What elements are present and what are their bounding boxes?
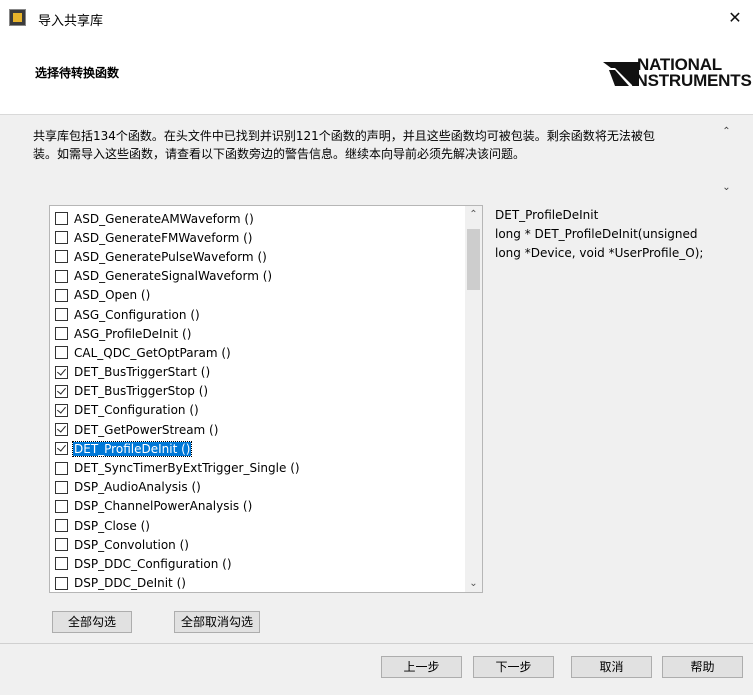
description-box: 共享库包括134个函数。在头文件中已找到并识别121个函数的声明，并且这些函数均… bbox=[33, 124, 735, 202]
function-label: DET_GetPowerStream () bbox=[74, 422, 219, 437]
step-title: 选择待转换函数 bbox=[35, 66, 120, 80]
scroll-up-icon[interactable]: ⌃ bbox=[718, 126, 735, 142]
checkbox-unchecked[interactable] bbox=[55, 308, 68, 322]
checkbox-checked[interactable] bbox=[55, 442, 68, 456]
checkbox-unchecked[interactable] bbox=[55, 519, 68, 533]
function-label: ASG_Configuration () bbox=[74, 307, 200, 322]
function-listbox[interactable]: ASD_GenerateAMWaveform () ASD_GenerateFMW… bbox=[49, 205, 483, 593]
function-list-item[interactable]: ASD_GenerateSignalWaveform () bbox=[55, 267, 301, 286]
checkbox-unchecked[interactable] bbox=[55, 480, 68, 494]
help-button[interactable]: 帮助 bbox=[662, 656, 743, 678]
function-list-item[interactable]: DSP_Convolution () bbox=[55, 535, 301, 554]
function-label: DSP_ChannelPowerAnalysis () bbox=[74, 499, 253, 514]
function-list-item[interactable]: DSP_DDC_Configuration () bbox=[55, 554, 301, 573]
checkbox-unchecked[interactable] bbox=[55, 576, 68, 590]
function-label: ASD_GenerateAMWaveform () bbox=[74, 211, 254, 226]
function-list-item[interactable]: DET_ProfileDeInit () bbox=[55, 439, 301, 458]
function-list-item[interactable]: CAL_QDC_GetOptParam () bbox=[55, 343, 301, 362]
checkbox-unchecked[interactable] bbox=[55, 499, 68, 513]
function-list: ASD_GenerateAMWaveform () ASD_GenerateFMW… bbox=[55, 209, 301, 592]
function-list-item[interactable]: DSP_DDC_DeInit () bbox=[55, 574, 301, 592]
function-list-item[interactable]: DSP_AudioAnalysis () bbox=[55, 478, 301, 497]
function-list-item[interactable]: ASG_ProfileDeInit () bbox=[55, 324, 301, 343]
scroll-up-icon[interactable]: ⌃ bbox=[465, 206, 482, 223]
checkbox-unchecked[interactable] bbox=[55, 288, 68, 302]
description-line1: 共享库包括134个函数。在头文件中已找到并识别121个函数的声明，并且这些函数均… bbox=[33, 129, 655, 143]
checkbox-unchecked[interactable] bbox=[55, 557, 68, 571]
scroll-thumb[interactable] bbox=[467, 229, 480, 290]
function-label: DSP_DDC_DeInit () bbox=[74, 576, 186, 591]
logo-line2: INSTRUMENTS bbox=[631, 71, 752, 90]
function-label: ASD_GenerateSignalWaveform () bbox=[74, 269, 273, 284]
function-label: DET_BusTriggerStop () bbox=[74, 384, 209, 399]
function-label: DET_SyncTimerByExtTrigger_Single () bbox=[74, 461, 300, 476]
back-button[interactable]: 上一步 bbox=[381, 656, 462, 678]
close-icon[interactable]: ✕ bbox=[723, 6, 747, 30]
function-label: ASG_ProfileDeInit () bbox=[74, 326, 192, 341]
function-label: DET_BusTriggerStart () bbox=[74, 365, 211, 380]
function-list-item[interactable]: DSP_ChannelPowerAnalysis () bbox=[55, 497, 301, 516]
detail-signature-line1: long * DET_ProfileDeInit(unsigned bbox=[495, 227, 698, 241]
function-list-item[interactable]: DET_BusTriggerStart () bbox=[55, 363, 301, 382]
function-list-item[interactable]: DET_SyncTimerByExtTrigger_Single () bbox=[55, 458, 301, 477]
function-label: DSP_Close () bbox=[74, 518, 150, 533]
list-scrollbar[interactable]: ⌃ ⌄ bbox=[465, 206, 482, 592]
function-label: DET_Configuration () bbox=[74, 403, 199, 418]
checkbox-unchecked[interactable] bbox=[55, 461, 68, 475]
function-label: DSP_DDC_Configuration () bbox=[74, 556, 232, 571]
function-label: DSP_AudioAnalysis () bbox=[74, 480, 201, 495]
checkbox-checked[interactable] bbox=[55, 384, 68, 398]
function-list-item[interactable]: DET_GetPowerStream () bbox=[55, 420, 301, 439]
function-label: DSP_Convolution () bbox=[74, 537, 189, 552]
scroll-down-icon[interactable]: ⌄ bbox=[465, 575, 482, 592]
checkbox-unchecked[interactable] bbox=[55, 250, 68, 264]
wizard-header: 选择待转换函数 NATIONAL INSTRUMENTS bbox=[0, 40, 753, 115]
description-scrollbar[interactable]: ⌃ ⌄ bbox=[718, 124, 735, 202]
next-button[interactable]: 下一步 bbox=[473, 656, 554, 678]
ni-logo: NATIONAL INSTRUMENTS bbox=[603, 54, 753, 104]
checkbox-unchecked[interactable] bbox=[55, 327, 68, 341]
checkbox-unchecked[interactable] bbox=[55, 231, 68, 245]
function-label: DET_ProfileDeInit () bbox=[71, 440, 193, 457]
description-line2: 装。如需导入这些函数，请查看以下函数旁边的警告信息。继续本向导前必须先解决该问题… bbox=[33, 147, 526, 161]
detail-function-name: DET_ProfileDeInit bbox=[495, 208, 599, 222]
title-bar: 导入共享库 ✕ bbox=[0, 0, 753, 40]
function-list-item[interactable]: ASD_Open () bbox=[55, 286, 301, 305]
function-list-item[interactable]: ASD_GenerateAMWaveform () bbox=[55, 209, 301, 228]
function-label: ASD_GenerateFMWaveform () bbox=[74, 230, 253, 245]
function-list-item[interactable]: DSP_Close () bbox=[55, 516, 301, 535]
function-label: ASD_Open () bbox=[74, 288, 151, 303]
scroll-down-icon[interactable]: ⌄ bbox=[718, 182, 735, 198]
checkbox-unchecked[interactable] bbox=[55, 538, 68, 552]
checkbox-unchecked[interactable] bbox=[55, 269, 68, 283]
checkbox-checked[interactable] bbox=[55, 403, 68, 417]
checkbox-unchecked[interactable] bbox=[55, 212, 68, 226]
window-title: 导入共享库 bbox=[38, 14, 104, 29]
checkbox-unchecked[interactable] bbox=[55, 346, 68, 360]
detail-signature-line2: long *Device, void *UserProfile_O); bbox=[495, 246, 704, 260]
function-detail: DET_ProfileDeInit long * DET_ProfileDeIn… bbox=[495, 206, 735, 263]
description-text: 共享库包括134个函数。在头文件中已找到并识别121个函数的声明，并且这些函数均… bbox=[33, 127, 713, 163]
deselect-all-button[interactable]: 全部取消勾选 bbox=[174, 611, 260, 633]
app-icon bbox=[9, 9, 26, 26]
function-list-item[interactable]: ASD_GeneratePulseWaveform () bbox=[55, 247, 301, 266]
cancel-button[interactable]: 取消 bbox=[571, 656, 652, 678]
footer-divider bbox=[0, 643, 753, 644]
checkbox-checked[interactable] bbox=[55, 423, 68, 437]
function-list-item[interactable]: ASD_GenerateFMWaveform () bbox=[55, 228, 301, 247]
function-list-item[interactable]: DET_Configuration () bbox=[55, 401, 301, 420]
function-label: ASD_GeneratePulseWaveform () bbox=[74, 249, 267, 264]
function-label: CAL_QDC_GetOptParam () bbox=[74, 345, 231, 360]
function-list-item[interactable]: DET_BusTriggerStop () bbox=[55, 382, 301, 401]
checkbox-checked[interactable] bbox=[55, 365, 68, 379]
select-all-button[interactable]: 全部勾选 bbox=[52, 611, 132, 633]
logo-text: NATIONAL INSTRUMENTS bbox=[631, 56, 752, 89]
function-list-item[interactable]: ASG_Configuration () bbox=[55, 305, 301, 324]
